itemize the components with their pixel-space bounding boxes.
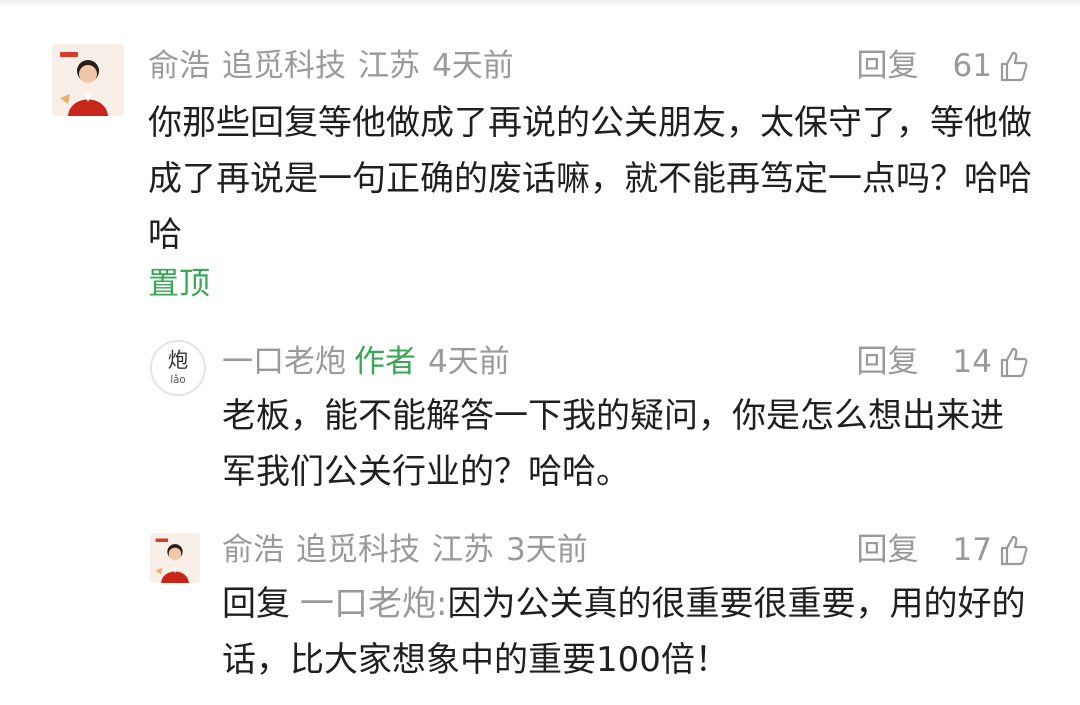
like-button[interactable]: 17 <box>953 529 1030 571</box>
comment-actions: 回复 17 <box>857 529 1030 571</box>
pinned-label: 置顶 <box>148 266 210 302</box>
author-region: 江苏 <box>432 532 494 568</box>
avatar-yikoulaopao[interactable]: 炮 lǎo <box>150 340 206 396</box>
comment-time: 3天前 <box>506 532 588 568</box>
author-name[interactable]: 一口老炮 <box>222 344 346 380</box>
logo-subtext: lǎo <box>170 374 185 386</box>
comment-actions: 回复 14 <box>857 341 1030 383</box>
comment-text: 你那些回复等他做成了再说的公关朋友，太保守了，等他做成了再说是一句正确的废话嘛，… <box>148 103 1032 255</box>
avatar-image <box>52 44 124 116</box>
thumbs-up-icon <box>1000 535 1028 566</box>
comment-text: 老板，能不能解答一下我的疑问，你是怎么想出来进军我们公关行业的？哈哈。 <box>222 396 1004 492</box>
author-org: 追觅科技 <box>222 48 346 84</box>
like-button[interactable]: 14 <box>953 341 1030 383</box>
author-region: 江苏 <box>358 48 420 84</box>
like-count: 61 <box>952 48 992 84</box>
author-org: 追觅科技 <box>296 532 420 568</box>
thumbs-up-icon <box>1000 51 1028 82</box>
like-count: 14 <box>952 344 992 380</box>
logo-glyph: 炮 <box>168 348 188 372</box>
thumbs-up-icon <box>1000 347 1028 378</box>
reply-prefix: 回复 <box>222 584 290 624</box>
reply-target[interactable]: 一口老炮: <box>300 584 447 624</box>
top-divider <box>0 0 1080 8</box>
like-count: 17 <box>952 532 992 568</box>
comment-thread: 俞浩 追觅科技 江苏 4天前 回复 61 你那些回复等他做成了再说的公关朋友，太保守了… <box>0 0 1080 705</box>
avatar-yuhao[interactable] <box>52 44 124 116</box>
avatar-image <box>150 533 200 583</box>
comment-time: 4天前 <box>428 344 510 380</box>
author-name[interactable]: 俞浩 <box>148 48 210 84</box>
reply-button[interactable]: 回复 <box>857 529 919 571</box>
like-button[interactable]: 61 <box>953 45 1030 87</box>
comment-text: 回复 一口老炮:因为公关真的很重要很重要，用的好的话，比大家想象中的重要100倍！ <box>222 576 1037 688</box>
comment-actions: 回复 61 <box>857 45 1030 87</box>
reply-button[interactable]: 回复 <box>857 45 919 87</box>
avatar-yuhao[interactable] <box>150 533 200 583</box>
reply-button[interactable]: 回复 <box>857 341 919 383</box>
author-name[interactable]: 俞浩 <box>222 532 284 568</box>
comment-meta: 俞浩 追觅科技 江苏 4天前 <box>148 45 514 87</box>
comment-meta: 一口老炮 作者 4天前 <box>222 341 510 383</box>
logo-image: 炮 lǎo <box>168 348 188 386</box>
author-tag: 作者 <box>354 344 416 380</box>
comment-time: 4天前 <box>432 48 514 84</box>
comment-meta: 俞浩 追觅科技 江苏 3天前 <box>222 529 588 571</box>
